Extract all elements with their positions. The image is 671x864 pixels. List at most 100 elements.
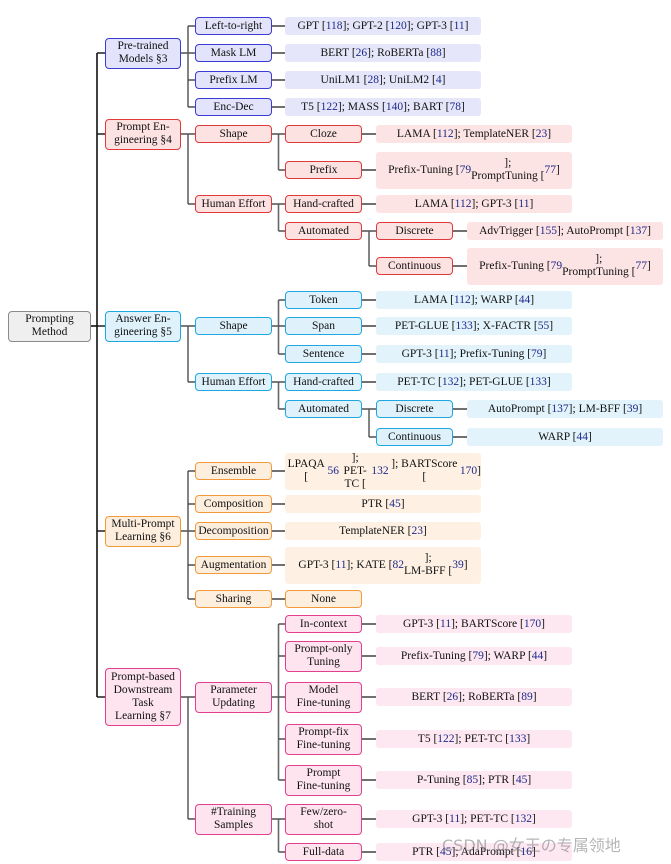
subcategory-node: In-context: [285, 615, 362, 633]
citation-number: 140: [385, 100, 404, 113]
citation-number: 26: [446, 690, 459, 703]
reference-leaf: WARP [44]: [467, 428, 663, 446]
citation-number: 85: [466, 773, 479, 786]
citation-number: 170: [459, 464, 478, 477]
citation-number: 137: [629, 224, 648, 237]
subcategory-node: Hand-crafted: [285, 373, 362, 391]
citation-number: 44: [518, 293, 531, 306]
citation-number: 39: [452, 558, 464, 571]
prompting-method-taxonomy-tree: Prompting Method Pre-trained Models §3 Lef…: [0, 0, 671, 864]
citation-number: 137: [551, 402, 569, 415]
citation-number: 44: [531, 649, 544, 662]
reference-leaf: UniLM1 [28]; UniLM2 [4]: [285, 71, 481, 89]
reference-leaf: PTR [45]: [285, 495, 481, 513]
citation-number: 45: [515, 773, 528, 786]
reference-leaf: T5 [122]; MASS [140]; BART [78]: [285, 98, 481, 116]
category-node: Prompt-based Downstream Task Learning §7: [105, 668, 181, 726]
reference-leaf: GPT-3 [11]; BARTScore [170]: [376, 615, 572, 633]
reference-leaf: LPAQA [56]; PET- TC [132]; BARTScore [17…: [285, 452, 481, 490]
subcategory-node: Full-data: [285, 843, 362, 861]
subcategory-node: Augmentation: [195, 556, 272, 574]
citation-number: 77: [635, 259, 648, 272]
citation-number: 55: [537, 319, 550, 332]
citation-number: 88: [430, 46, 442, 59]
reference-leaf: Prefix-Tuning [79]; WARP [44]: [376, 647, 572, 665]
subcategory-node: Automated: [285, 400, 362, 418]
reference-leaf: GPT-3 [11]; KATE [82]; LM-BFF [39]: [285, 546, 481, 584]
citation-number: 28: [367, 73, 379, 86]
subcategory-node: Few/zero- shot: [285, 803, 362, 835]
reference-leaf: GPT-3 [11]; Prefix-Tuning [79]: [376, 345, 572, 363]
citation-number: 23: [411, 524, 424, 537]
citation-number: 11: [518, 197, 530, 210]
subcategory-node: Sharing: [195, 590, 272, 608]
citation-number: 82: [392, 558, 404, 571]
subcategory-node: Span: [285, 317, 362, 335]
subcategory-node: Left-to-right: [195, 17, 272, 35]
reference-leaf: T5 [122]; PET-TC [133]: [376, 730, 572, 748]
subcategory-node: Decomposition: [195, 522, 272, 540]
subcategory-node: Automated: [285, 222, 362, 240]
citation-number: 11: [453, 19, 465, 32]
citation-number: 112: [454, 197, 472, 210]
citation-number: 39: [626, 402, 639, 415]
citation-number: 170: [523, 617, 542, 630]
leaf-box-none: None: [285, 590, 362, 608]
reference-leaf: Prefix-Tuning [79]; PromptTuning [77]: [467, 247, 663, 285]
subcategory-node: Sentence: [285, 345, 362, 363]
subcategory-node: Human Effort: [195, 373, 272, 391]
subcategory-node: Prompt-fix Fine-tuning: [285, 723, 362, 755]
citation-number: 155: [539, 224, 557, 237]
citation-number: 79: [472, 649, 484, 662]
citation-number: 133: [509, 732, 527, 745]
citation-number: 133: [529, 375, 547, 388]
reference-leaf: PET-GLUE [133]; X-FACTR [55]: [376, 317, 572, 335]
reference-leaf: TemplateNER [23]: [285, 522, 481, 540]
subcategory-node: Prefix: [285, 161, 362, 179]
citation-number: 44: [576, 430, 588, 443]
reference-leaf: Prefix-Tuning [79]; PromptTuning [77]: [376, 151, 572, 189]
category-node: Answer En- gineering §5: [105, 310, 181, 342]
subcategory-node: Hand-crafted: [285, 195, 362, 213]
reference-leaf: LAMA [112]; WARP [44]: [376, 291, 572, 309]
citation-number: 132: [441, 375, 460, 388]
subcategory-node: Shape: [195, 125, 272, 143]
subcategory-node: Shape: [195, 317, 272, 335]
citation-number: 26: [355, 46, 368, 59]
subcategory-node: Human Effort: [195, 195, 272, 213]
subcategory-node: Prompt Fine-tuning: [285, 764, 362, 796]
citation-number: 56: [327, 464, 339, 477]
reference-leaf: LAMA [112]; GPT-3 [11]: [376, 195, 572, 213]
reference-leaf: BERT [26]; RoBERTa [89]: [376, 688, 572, 706]
reference-leaf: GPT [118]; GPT-2 [120]; GPT-3 [11]: [285, 17, 481, 35]
subcategory-node: Prompt-only Tuning: [285, 640, 362, 672]
subcategory-node: Composition: [195, 495, 272, 513]
citation-number: 122: [320, 100, 338, 113]
citation-number: 78: [449, 100, 462, 113]
citation-number: 79: [459, 163, 472, 176]
subcategory-node: Prefix LM: [195, 71, 272, 89]
citation-number: 11: [438, 347, 450, 360]
subcategory-node: Ensemble: [195, 462, 272, 480]
category-node: Pre-trained Models §3: [105, 37, 181, 69]
root-node-prompting-method: Prompting Method: [8, 310, 91, 342]
citation-number: 11: [449, 812, 461, 825]
subcategory-node: Model Fine-tuning: [285, 681, 362, 713]
citation-number: 11: [440, 617, 452, 630]
watermark: CSDN @女王の专属领地: [442, 836, 621, 855]
reference-leaf: PET-TC [132]; PET-GLUE [133]: [376, 373, 572, 391]
subcategory-node: Cloze: [285, 125, 362, 143]
citation-number: 45: [389, 497, 401, 510]
reference-leaf: BERT [26]; RoBERTa [88]: [285, 44, 481, 62]
reference-leaf: GPT-3 [11]; PET-TC [132]: [376, 810, 572, 828]
citation-number: 132: [514, 812, 532, 825]
reference-leaf: P-Tuning [85]; PTR [45]: [376, 771, 572, 789]
subcategory-node: Enc-Dec: [195, 98, 272, 116]
subcategory-node: Discrete: [376, 222, 453, 240]
citation-number: 89: [521, 690, 533, 703]
citation-number: 77: [544, 163, 557, 176]
citation-number: 132: [371, 464, 389, 477]
citation-number: 79: [550, 259, 563, 272]
subcategory-node: Mask LM: [195, 44, 272, 62]
subcategory-node: Token: [285, 291, 362, 309]
